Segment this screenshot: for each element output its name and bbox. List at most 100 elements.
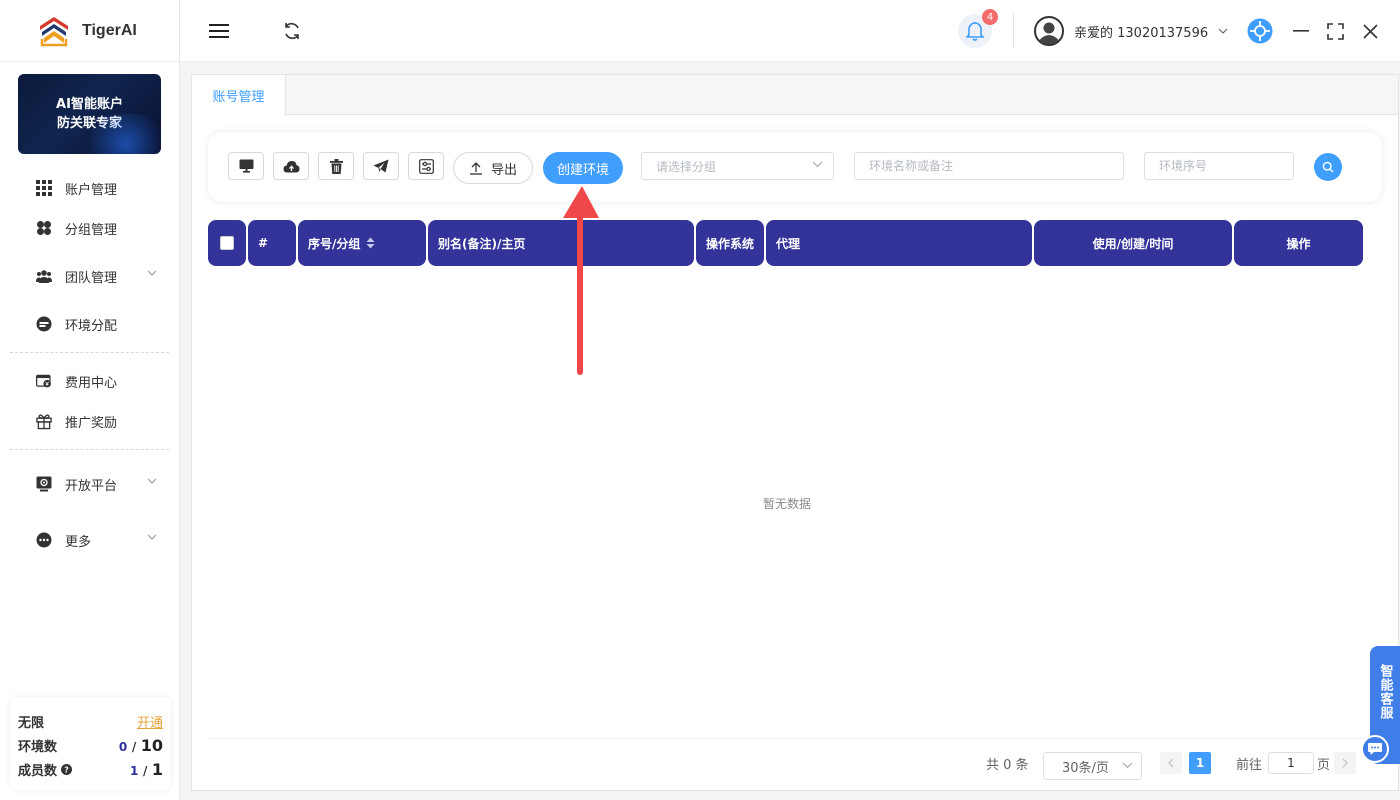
column-header-proxy: 代理: [766, 220, 1032, 266]
column-header-seq-group[interactable]: 序号/分组: [298, 220, 426, 266]
chat-button[interactable]: [1361, 735, 1389, 763]
select-all-cell: [208, 220, 246, 266]
open-browser-button[interactable]: [228, 152, 264, 180]
column-label: 代理: [776, 236, 801, 251]
svg-text:?: ?: [64, 765, 69, 774]
sort-icon[interactable]: [366, 237, 375, 249]
page-size-value: 30条/页: [1062, 760, 1109, 776]
sidebar-item-billing-center[interactable]: 费用中心: [0, 361, 179, 401]
sidebar-item-label: 账户管理: [65, 182, 118, 198]
quota-member-row: 成员数 ? 1 / 1: [18, 757, 163, 781]
close-icon: [1362, 23, 1378, 39]
select-all-checkbox[interactable]: [220, 236, 234, 250]
export-button[interactable]: 导出: [453, 152, 533, 184]
column-header-alias: 别名(备注)/主页: [428, 220, 694, 266]
quota-separator: /: [142, 763, 148, 778]
api-icon: [36, 476, 52, 492]
notification-badge: 4: [982, 9, 998, 25]
quota-separator: /: [131, 739, 137, 754]
group-select[interactable]: 请选择分组: [641, 152, 834, 180]
column-label: 使用/创建/时间: [1092, 236, 1174, 251]
column-label: 别名(备注)/主页: [438, 236, 526, 251]
sidebar-item-label: 推广奖励: [65, 415, 118, 431]
group-select-placeholder: 请选择分组: [656, 159, 717, 174]
sidebar-item-account-management[interactable]: 账户管理: [0, 168, 179, 208]
tab-account-management[interactable]: 账号管理: [192, 75, 286, 116]
page-suffix: 页: [1317, 758, 1331, 773]
target-button[interactable]: [1247, 18, 1273, 44]
cloud-upload-icon: [283, 160, 299, 172]
quota-env-used: 0: [118, 739, 128, 754]
chevron-down-icon: [147, 534, 157, 540]
next-page-button[interactable]: [1334, 752, 1356, 774]
help-icon[interactable]: ?: [61, 763, 73, 775]
control-panel-icon: [418, 158, 434, 174]
minimize-button[interactable]: [1292, 20, 1310, 42]
promo-banner[interactable]: AI智能账户 防关联专家: [18, 74, 161, 154]
sidebar-item-label: 分组管理: [65, 222, 118, 238]
quota-card: 无限 开通 环境数 0 / 10 成员数 ? 1 / 1: [10, 697, 171, 790]
sidebar-item-label: 团队管理: [65, 270, 118, 286]
sidebar-item-environment-assignment[interactable]: 环境分配: [0, 304, 179, 344]
grid-icon: [36, 180, 52, 196]
maximize-button[interactable]: [1325, 21, 1345, 41]
page-size-select[interactable]: 30条/页: [1043, 752, 1142, 780]
sidebar-nav: 账户管理 分组管理 团队管理 环境分配 费用中心 推广奖励 开放平台 更多: [0, 168, 179, 560]
minimize-icon: [1293, 30, 1309, 32]
logo[interactable]: TigerAI: [0, 0, 179, 62]
banner-line1: AI智能账户: [56, 97, 123, 112]
gift-icon: [36, 413, 52, 429]
notification-button[interactable]: 4: [958, 9, 998, 48]
target-icon: [1247, 18, 1273, 44]
distribute-icon: [36, 316, 52, 332]
sidebar-item-more[interactable]: 更多: [0, 520, 179, 560]
paper-plane-icon: [373, 159, 389, 173]
user-menu[interactable]: 亲爱的 13020137596: [1034, 16, 1228, 46]
upload-button[interactable]: [273, 152, 309, 180]
page-number-current[interactable]: 1: [1189, 752, 1211, 774]
chevron-right-icon: [1342, 758, 1348, 768]
create-environment-button[interactable]: 创建环境: [543, 152, 623, 184]
export-label: 导出: [490, 162, 517, 178]
prev-page-button[interactable]: [1160, 752, 1182, 774]
sidebar-item-open-platform[interactable]: 开放平台: [0, 464, 179, 504]
column-label: 序号/分组: [308, 236, 361, 251]
app-name: TigerAI: [82, 21, 137, 39]
upgrade-link[interactable]: 开通: [137, 712, 163, 731]
quota-env-total: 10: [140, 735, 163, 755]
empty-state-text: 暂无数据: [762, 497, 811, 511]
goto-page-input[interactable]: [1268, 752, 1314, 774]
refresh-icon: [285, 22, 299, 40]
environment-name-input[interactable]: [854, 152, 1124, 180]
pagination-divider: [208, 738, 1382, 739]
menu-toggle-button[interactable]: [206, 20, 232, 42]
send-button[interactable]: [363, 152, 399, 180]
sidebar-divider: [10, 449, 169, 450]
billing-icon: [36, 373, 52, 389]
delete-button[interactable]: [318, 152, 354, 180]
column-header-actions: 操作: [1234, 220, 1363, 266]
sidebar-item-label: 环境分配: [65, 318, 118, 334]
toolbar: 导出 创建环境 请选择分组: [208, 132, 1382, 202]
upload-arrow-icon: [469, 161, 482, 175]
environment-number-input[interactable]: [1144, 152, 1294, 180]
sidebar-item-label: 开放平台: [65, 478, 118, 494]
search-icon: [1322, 161, 1334, 173]
refresh-button[interactable]: [280, 20, 304, 42]
chevron-down-icon: [812, 161, 823, 168]
sidebar-item-group-management[interactable]: 分组管理: [0, 208, 179, 248]
chevron-down-icon: [1122, 762, 1133, 769]
logo-icon: [40, 16, 68, 46]
more-icon: [36, 532, 52, 548]
sidebar-item-label: 费用中心: [65, 375, 118, 391]
clover-icon: [36, 220, 52, 236]
settings-panel-button[interactable]: [408, 152, 444, 180]
close-button[interactable]: [1360, 21, 1380, 41]
sidebar-item-referral-rewards[interactable]: 推广奖励: [0, 401, 179, 441]
banner-line2: 防关联专家: [56, 116, 122, 131]
column-header-usage-time: 使用/创建/时间: [1034, 220, 1232, 266]
monitor-icon: [239, 159, 253, 173]
search-button[interactable]: [1314, 153, 1342, 181]
sidebar-item-team-management[interactable]: 团队管理: [0, 256, 179, 296]
quota-env-row: 环境数 0 / 10: [18, 733, 163, 757]
